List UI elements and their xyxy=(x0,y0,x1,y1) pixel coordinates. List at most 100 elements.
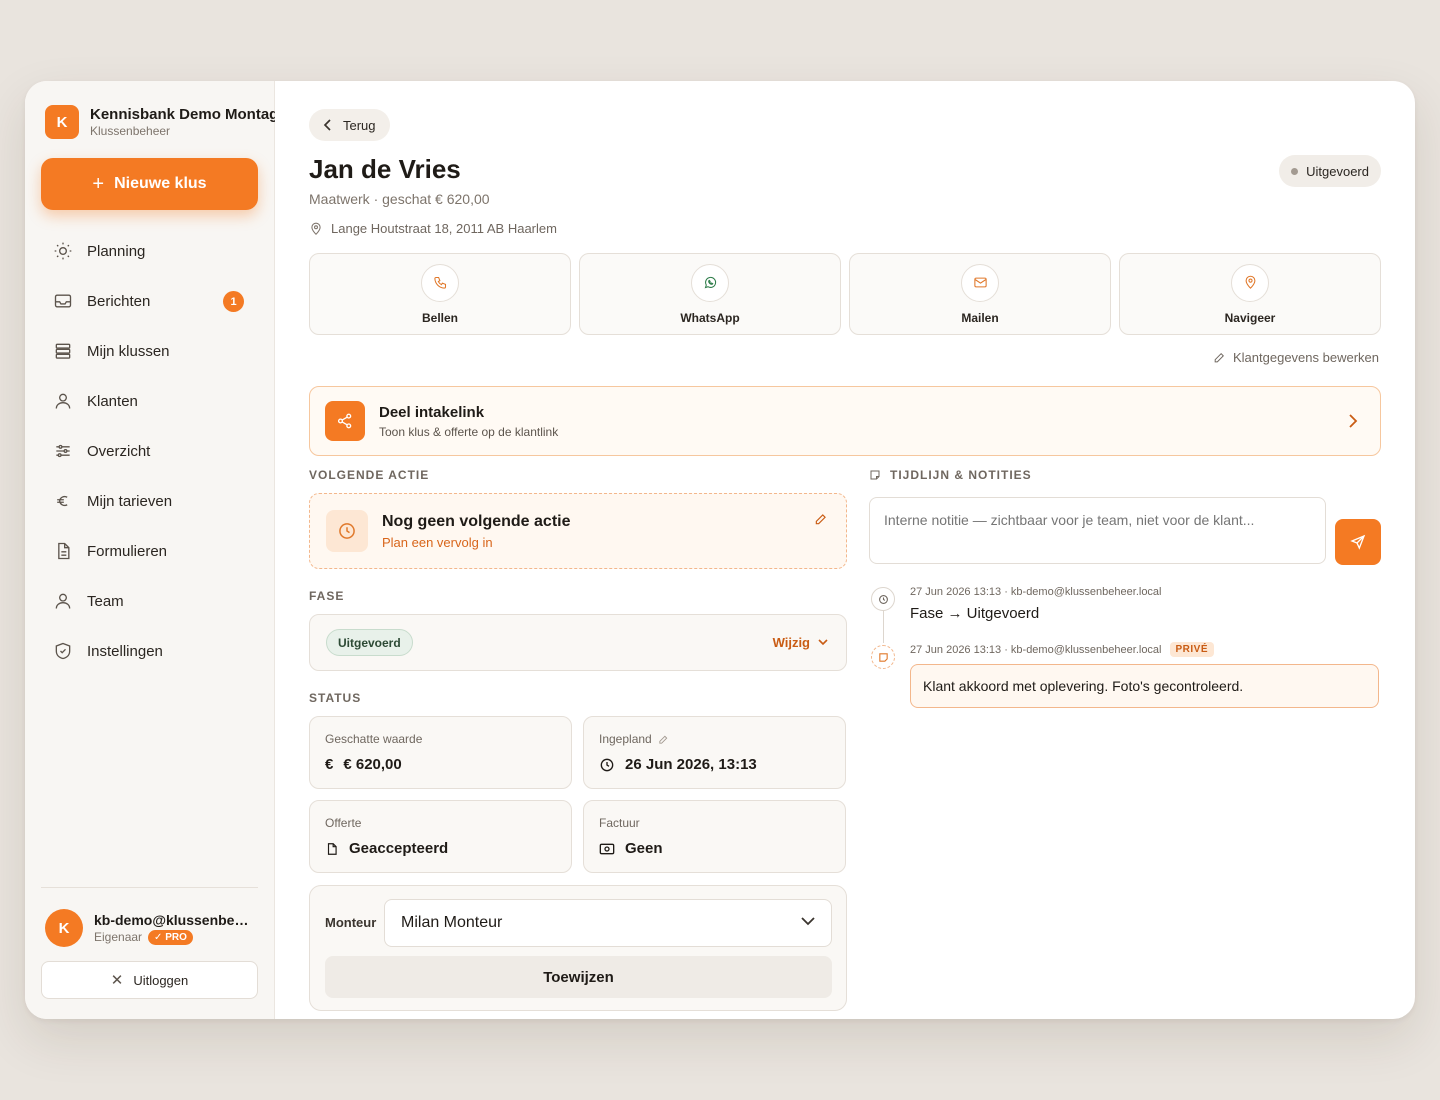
sidebar-item-mijn-tarieven[interactable]: Mijn tarieven xyxy=(41,476,258,526)
technician-selected: Milan Monteur xyxy=(401,914,503,931)
action-label: Navigeer xyxy=(1224,310,1276,325)
pro-badge: ✓ PRO xyxy=(148,929,193,945)
document-icon xyxy=(327,842,337,855)
edit-client-link[interactable]: Klantgegevens bewerken xyxy=(1213,350,1379,365)
mail-button[interactable]: Mailen xyxy=(849,253,1111,335)
whatsapp-icon xyxy=(704,276,716,289)
sidebar-item-formulieren[interactable]: Formulieren xyxy=(41,526,258,576)
note-icon xyxy=(878,652,888,662)
user-icon xyxy=(55,593,71,609)
timeline-heading: TIJDLIJN & NOTITIES xyxy=(869,468,1032,482)
stat-value: € 620,00 xyxy=(343,756,402,773)
phase-heading: FASE xyxy=(309,589,345,603)
timeline-meta: 27 Jun 2026 13:13 · kb-demo@klussenbehee… xyxy=(910,642,1215,657)
stat-value: Geen xyxy=(625,840,663,857)
document-icon xyxy=(58,542,70,560)
user-role: Eigenaar xyxy=(94,930,143,944)
assign-button[interactable]: Toewijzen xyxy=(325,956,832,998)
next-action-card[interactable]: Nog geen volgende actie Plan een vervolg… xyxy=(309,493,847,569)
sidebar-divider xyxy=(41,887,258,888)
call-button[interactable]: Bellen xyxy=(309,253,571,335)
app-window: K Kennisbank Demo Montage Klussenbeheer … xyxy=(25,81,1415,1019)
share-intake-link[interactable]: Deel intakelink Toon klus & offerte op d… xyxy=(309,386,1381,456)
note-input[interactable] xyxy=(869,497,1326,564)
timeline-text: Fase → Uitgevoerd xyxy=(910,605,1040,622)
brand[interactable]: K Kennisbank Demo Montage Klussenbeheer xyxy=(45,105,275,139)
status-dot xyxy=(1291,167,1299,175)
sidebar-item-team[interactable]: Team xyxy=(41,576,258,626)
brand-logo: K xyxy=(45,105,79,139)
plan-follow-up-link[interactable]: Plan een vervolg in xyxy=(382,535,570,550)
stat-label: Ingepland xyxy=(599,732,652,746)
clock-icon xyxy=(339,523,355,539)
sidebar-item-label: Overzicht xyxy=(87,442,151,460)
sidebar: K Kennisbank Demo Montage Klussenbeheer … xyxy=(25,81,275,1019)
sidebar-item-label: Instellingen xyxy=(87,642,163,660)
back-button[interactable]: Terug xyxy=(309,109,390,141)
inbox-icon xyxy=(54,294,72,308)
change-phase-label: Wijzig xyxy=(772,635,810,650)
sidebar-item-label: Mijn tarieven xyxy=(87,492,173,510)
whatsapp-button[interactable]: WhatsApp xyxy=(579,253,841,335)
send-note-button[interactable] xyxy=(1335,519,1381,565)
pencil-icon[interactable] xyxy=(658,734,669,745)
status-text: Uitgevoerd xyxy=(1306,163,1369,179)
stat-label: Geschatte waarde xyxy=(325,732,423,746)
sidebar-item-planning[interactable]: Planning xyxy=(41,226,258,276)
sidebar-item-instellingen[interactable]: Instellingen xyxy=(41,626,258,676)
timeline-dot xyxy=(871,645,895,669)
stat-label: Factuur xyxy=(599,816,640,830)
note-icon xyxy=(870,470,880,480)
private-badge: PRIVÉ xyxy=(1169,642,1215,657)
user-profile[interactable]: K kb-demo@klussenbeheer.local Eigenaar ✓… xyxy=(45,909,255,947)
pencil-icon[interactable] xyxy=(814,512,828,526)
chevron-down-icon xyxy=(801,917,815,926)
stat-value: Geaccepteerd xyxy=(349,840,449,857)
check-icon: ✓ xyxy=(154,931,163,943)
change-phase-button[interactable]: Wijzig xyxy=(773,635,828,650)
map-pin-icon xyxy=(311,222,321,235)
job-detail: Terug Jan de Vries Maatwerk · geschat € … xyxy=(275,81,1415,1019)
technician-select[interactable]: Milan Monteur xyxy=(384,899,832,947)
sidebar-item-label: Mijn klussen xyxy=(87,342,170,360)
plus-icon: + xyxy=(92,172,105,195)
action-label: WhatsApp xyxy=(680,310,740,325)
timeline-meta-text: 27 Jun 2026 13:13 · kb-demo@klussenbehee… xyxy=(910,643,1162,656)
share-title: Deel intakelink xyxy=(379,403,485,421)
stat-label: Offerte xyxy=(325,816,362,830)
sidebar-item-berichten[interactable]: Berichten 1 xyxy=(41,276,258,326)
stack-icon xyxy=(55,343,71,359)
scheduled-card[interactable]: Ingepland 26 Jun 2026, 13:13 xyxy=(583,716,846,789)
page-title: Jan de Vries xyxy=(309,154,461,184)
navigate-button[interactable]: Navigeer xyxy=(1119,253,1381,335)
job-address[interactable]: Lange Houtstraat 18, 2011 AB Haarlem xyxy=(309,221,557,236)
sidebar-item-mijn-klussen[interactable]: Mijn klussen xyxy=(41,326,258,376)
sidebar-item-klanten[interactable]: Klanten xyxy=(41,376,258,426)
share-icon xyxy=(337,413,352,429)
quote-card[interactable]: Offerte Geaccepteerd xyxy=(309,800,572,873)
avatar: K xyxy=(45,909,83,947)
sliders-icon xyxy=(56,444,70,458)
next-action-title: Nog geen volgende actie xyxy=(382,512,571,530)
sidebar-item-label: Formulieren xyxy=(87,542,168,560)
new-job-button[interactable]: + Nieuwe klus xyxy=(41,158,258,210)
sun-icon xyxy=(54,242,72,260)
map-pin-icon xyxy=(1245,275,1255,289)
timeline-connector xyxy=(883,609,884,643)
close-icon: ✕ xyxy=(110,972,124,989)
send-icon xyxy=(1350,534,1366,550)
chevron-right-icon xyxy=(1349,414,1358,428)
cash-icon xyxy=(599,843,615,854)
invoice-card[interactable]: Factuur Geen xyxy=(583,800,846,873)
sidebar-item-overzicht[interactable]: Overzicht xyxy=(41,426,258,476)
brand-name: Kennisbank Demo Montage xyxy=(90,106,275,123)
plan-label: PRO xyxy=(165,931,187,943)
contact-actions: Bellen WhatsApp Mailen Navigeer xyxy=(309,253,1381,335)
logout-button[interactable]: ✕ Uitloggen xyxy=(41,961,258,999)
phone-icon xyxy=(433,276,446,289)
next-action-heading: VOLGENDE ACTIE xyxy=(309,468,430,482)
timeline-meta: 27 Jun 2026 13:13 · kb-demo@klussenbehee… xyxy=(910,586,1162,598)
back-label: Terug xyxy=(343,117,376,133)
share-subtitle: Toon klus & offerte op de klantlink xyxy=(379,424,559,439)
mail-icon xyxy=(973,277,987,288)
